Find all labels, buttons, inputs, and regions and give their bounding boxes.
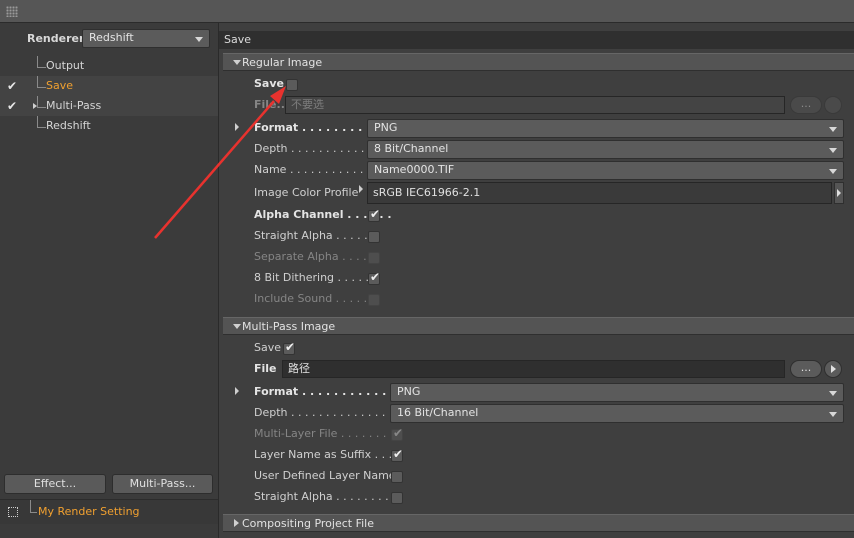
arrow-shaft xyxy=(154,100,275,239)
annotation-arrow xyxy=(154,86,286,239)
